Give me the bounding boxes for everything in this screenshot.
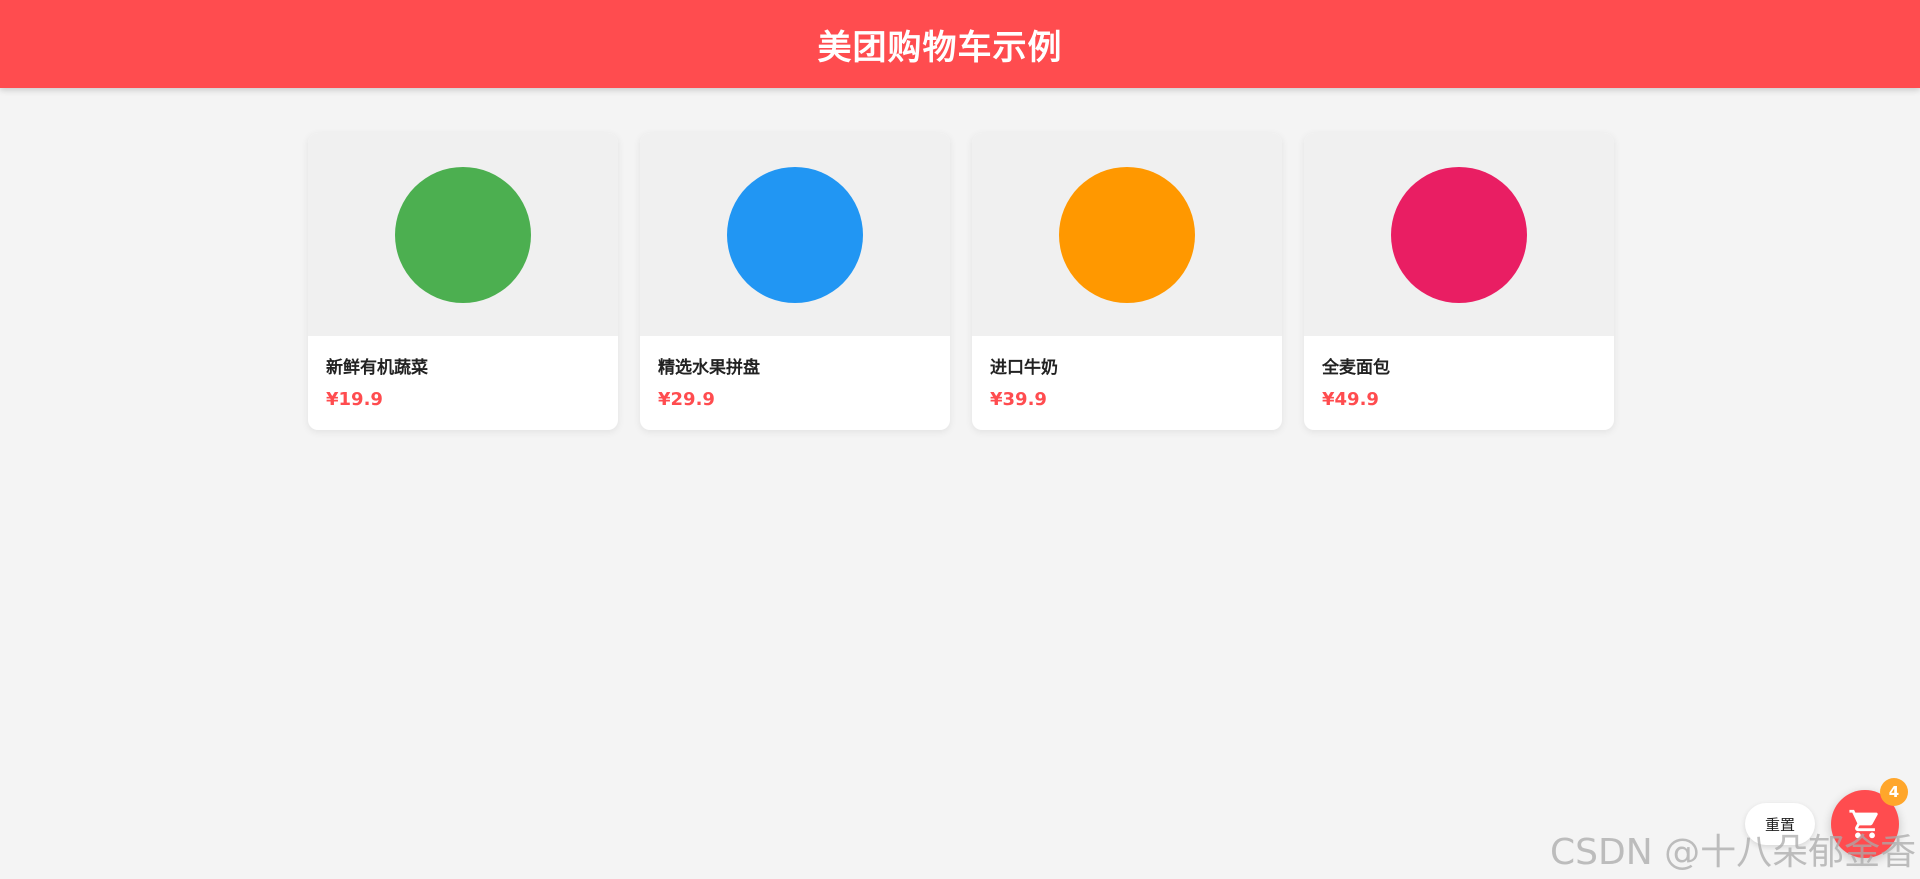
product-image [972, 133, 1282, 336]
product-card[interactable]: 新鲜有机蔬菜 ¥19.9 [308, 133, 618, 430]
product-name: 新鲜有机蔬菜 [326, 358, 428, 378]
product-price: ¥29.9 [658, 389, 715, 410]
product-color-dot [727, 166, 863, 303]
product-price: ¥49.9 [1322, 389, 1379, 410]
product-name: 精选水果拼盘 [658, 358, 760, 378]
product-info: 进口牛奶 ¥39.9 [972, 336, 1282, 412]
product-card[interactable]: 进口牛奶 ¥39.9 [972, 133, 1282, 430]
shopping-cart-icon [1849, 809, 1878, 839]
product-info: 新鲜有机蔬菜 ¥19.9 [308, 336, 618, 412]
reset-button[interactable]: 重置 [1745, 803, 1815, 845]
product-image [1304, 133, 1614, 336]
page-title: 美团购物车示例 [817, 27, 1063, 68]
product-image [640, 133, 950, 336]
product-name: 进口牛奶 [990, 358, 1058, 378]
product-price: ¥19.9 [326, 389, 383, 410]
product-card[interactable]: 精选水果拼盘 ¥29.9 [640, 133, 950, 430]
product-card[interactable]: 全麦面包 ¥49.9 [1304, 133, 1614, 430]
cart-count-badge: 4 [1880, 778, 1908, 806]
product-info: 精选水果拼盘 ¥29.9 [640, 336, 950, 412]
product-color-dot [1391, 166, 1527, 303]
product-color-dot [1059, 166, 1195, 303]
app-header: 美团购物车示例 [0, 0, 1920, 88]
product-grid: 新鲜有机蔬菜 ¥19.9 精选水果拼盘 ¥29.9 进口牛奶 ¥39.9 全麦面… [308, 133, 1614, 430]
product-price: ¥39.9 [990, 389, 1047, 410]
product-image [308, 133, 618, 336]
product-info: 全麦面包 ¥49.9 [1304, 336, 1614, 412]
product-name: 全麦面包 [1322, 358, 1390, 378]
product-color-dot [395, 166, 531, 303]
